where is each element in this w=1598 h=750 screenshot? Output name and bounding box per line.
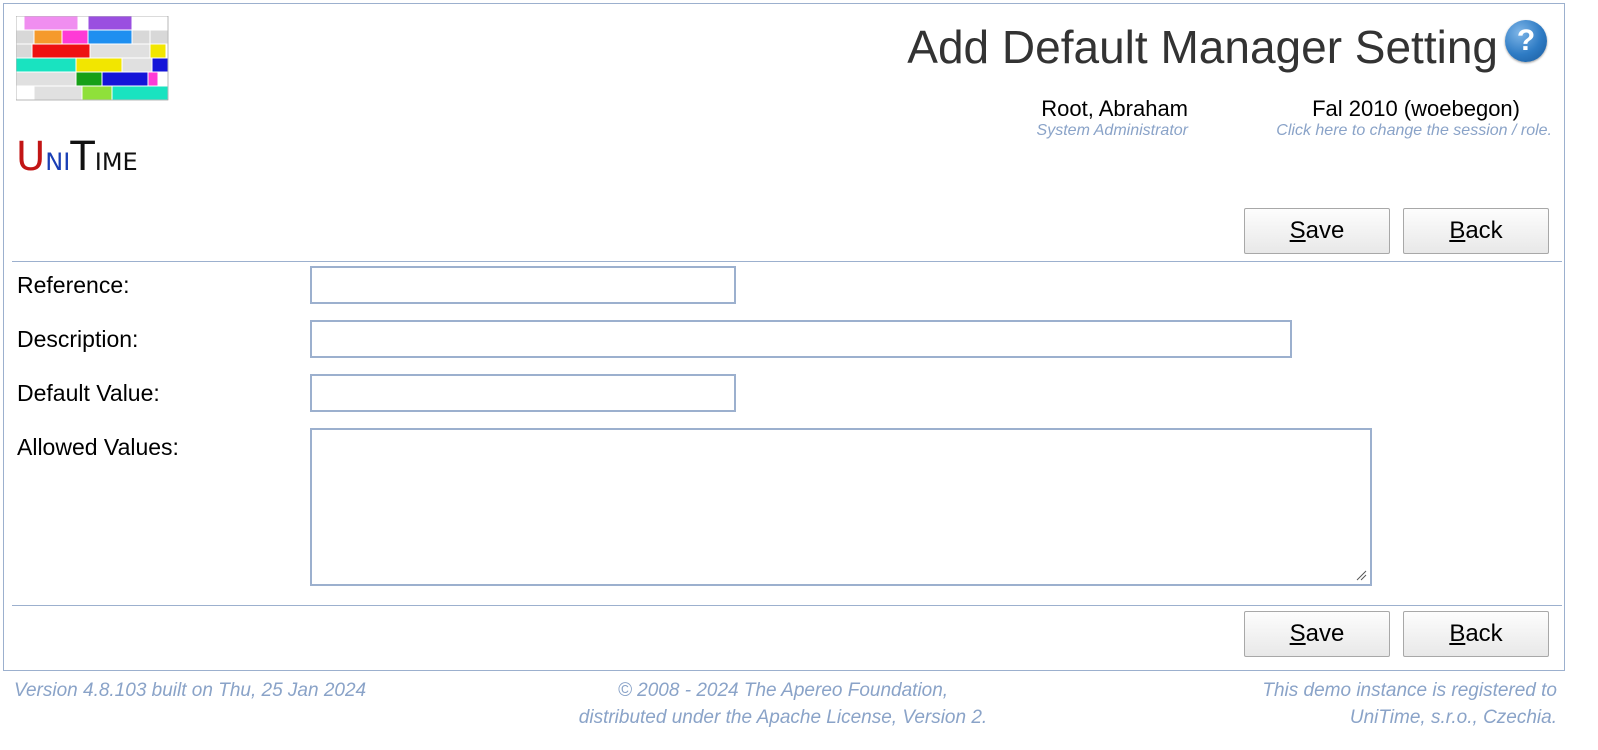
page-frame: UNITIME Add Default Manager Setting ? Ro… <box>3 3 1565 671</box>
resize-grip-icon[interactable] <box>1355 569 1367 581</box>
footer-divider <box>12 605 1562 606</box>
allowed-values-label: Allowed Values: <box>17 434 179 460</box>
allowed-values-textarea[interactable] <box>310 428 1372 586</box>
back-label: ack <box>1465 217 1503 244</box>
save-mnemonic: S <box>1289 620 1306 647</box>
user-name: Root, Abraham <box>1041 96 1188 121</box>
save-label: ave <box>1305 217 1345 244</box>
session-name: Fal 2010 (woebegon) <box>1312 96 1520 121</box>
default-value-label: Default Value: <box>17 380 160 406</box>
back-mnemonic: B <box>1449 217 1466 244</box>
registration-line-1: This demo instance is registered to <box>1262 680 1557 701</box>
page-title: Add Default Manager Setting <box>907 21 1498 73</box>
save-mnemonic: S <box>1289 217 1306 244</box>
registration-line-2: UniTime, s.r.o., Czechia. <box>1349 707 1557 728</box>
back-label: ack <box>1465 620 1503 647</box>
description-label: Description: <box>17 326 139 352</box>
logo-letter-t: T <box>70 134 95 180</box>
back-button-bottom[interactable]: Back <box>1403 611 1549 657</box>
user-role: System Administrator <box>1036 122 1188 139</box>
session-hint: Click here to change the session / role. <box>1276 122 1552 139</box>
default-value-input[interactable] <box>310 374 736 412</box>
save-label: ave <box>1305 620 1345 647</box>
session-info[interactable]: Fal 2010 (woebegon) Click here to change… <box>1276 96 1552 140</box>
reference-input[interactable] <box>310 266 736 304</box>
logo-letters-ime: IME <box>94 148 138 176</box>
reference-label: Reference: <box>17 272 130 298</box>
registration-block: This demo instance is registered to UniT… <box>1262 677 1557 731</box>
description-input[interactable] <box>310 320 1292 358</box>
unitime-logo[interactable]: UNITIME <box>15 15 176 180</box>
save-button-bottom[interactable]: Save <box>1244 611 1390 657</box>
user-info[interactable]: Root, Abraham System Administrator <box>1037 96 1188 140</box>
back-button-top[interactable]: Back <box>1403 208 1549 254</box>
save-button-top[interactable]: Save <box>1244 208 1390 254</box>
logo-wordmark: UNITIME <box>16 134 138 180</box>
header-divider <box>12 261 1562 262</box>
help-icon[interactable]: ? <box>1505 20 1547 62</box>
back-mnemonic: B <box>1449 620 1466 647</box>
logo-letter-u: U <box>16 134 46 180</box>
logo-letters-ni: NI <box>45 148 71 176</box>
